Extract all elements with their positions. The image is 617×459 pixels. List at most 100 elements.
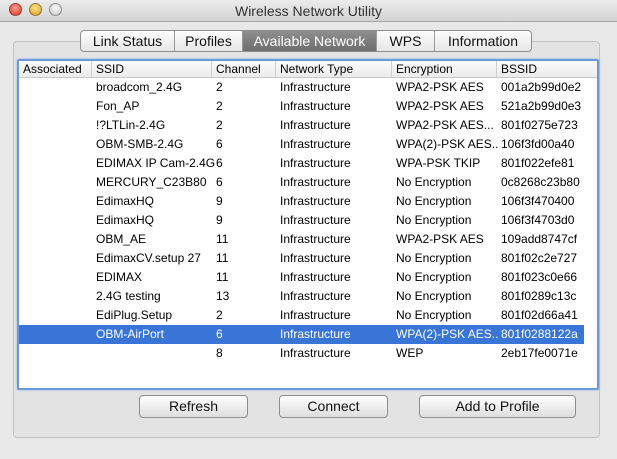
network-type-cell: Infrastructure [280, 213, 351, 227]
network-type-cell: Infrastructure [280, 194, 351, 208]
network-type-cell: Infrastructure [280, 270, 351, 284]
ssid-cell: Fon_AP [96, 99, 140, 113]
ssid-cell: broadcom_2.4G [96, 80, 183, 94]
network-type-cell: Infrastructure [280, 251, 351, 265]
channel-cell: 9 [216, 213, 223, 227]
tab-bar: Link Status Profiles Available Network W… [80, 30, 532, 52]
channel-cell: 2 [216, 308, 223, 322]
ssid-cell: EDIMAX [96, 270, 143, 284]
channel-cell: 11 [216, 270, 229, 284]
column-header-network-type[interactable]: Network Type [276, 61, 392, 77]
refresh-button[interactable]: Refresh [139, 395, 248, 418]
network-type-cell: Infrastructure [280, 175, 351, 189]
bssid-cell: 106f3fd00a40 [501, 137, 575, 151]
channel-cell: 2 [216, 118, 223, 132]
tab-wps[interactable]: WPS [377, 31, 435, 51]
ssid-cell: OBM-AirPort [96, 327, 165, 341]
encryption-cell: WPA2-PSK AES [396, 99, 484, 113]
encryption-cell: WPA(2)-PSK AES... [396, 327, 498, 341]
network-type-cell: Infrastructure [280, 308, 351, 322]
bssid-cell: 001a2b99d0e2 [501, 80, 582, 94]
network-type-cell: Infrastructure [280, 289, 351, 303]
table-row[interactable]: 2.4G testing 13 Infrastructure No Encryptio… [19, 287, 584, 306]
tab-profiles[interactable]: Profiles [175, 31, 243, 51]
ssid-cell: OBM-SMB-2.4G [96, 137, 184, 151]
encryption-cell: No Encryption [396, 270, 472, 284]
network-type-cell: Infrastructure [280, 137, 351, 151]
table-row[interactable]: EdimaxHQ 9 Infrastructure No Encryption 106f… [19, 192, 584, 211]
column-header-encryption[interactable]: Encryption [392, 61, 497, 77]
network-type-cell: Infrastructure [280, 232, 351, 246]
encryption-cell: No Encryption [396, 308, 472, 322]
ssid-cell: MERCURY_C23B80 [96, 175, 207, 189]
network-type-cell: Infrastructure [280, 346, 351, 360]
bssid-cell: 0c8268c23b80 [501, 175, 580, 189]
channel-cell: 11 [216, 251, 229, 265]
ssid-cell: !?LTLin-2.4G [96, 118, 166, 132]
encryption-cell: No Encryption [396, 289, 472, 303]
connect-button[interactable]: Connect [279, 395, 388, 418]
table-row[interactable]: OBM_AE 11 Infrastructure WPA2-PSK AES 109add… [19, 230, 584, 249]
bssid-cell: 106f3f470400 [501, 194, 575, 208]
column-header-associated[interactable]: Associated [19, 61, 92, 77]
bssid-cell: 2eb17fe0071e [501, 346, 578, 360]
encryption-cell: WPA-PSK TKIP [396, 156, 481, 170]
bssid-cell: 521a2b99d0e3 [501, 99, 582, 113]
column-header-ssid[interactable]: SSID [92, 61, 212, 77]
bssid-cell: 801f0275e723 [501, 118, 578, 132]
bssid-cell: 801f022efe81 [501, 156, 575, 170]
channel-cell: 2 [216, 80, 223, 94]
table-body: broadcom_2.4G 2 Infrastructure WPA2-PSK AES… [19, 78, 584, 363]
encryption-cell: WPA(2)-PSK AES... [396, 137, 498, 151]
channel-cell: 13 [216, 289, 230, 303]
channel-cell: 6 [216, 175, 223, 189]
channel-cell: 11 [216, 232, 229, 246]
tab-available-network[interactable]: Available Network [243, 31, 377, 51]
table-row[interactable]: EDIMAX 11 Infrastructure No Encryption 801f0… [19, 268, 584, 287]
window-title: Wireless Network Utility [234, 3, 382, 19]
network-type-cell: Infrastructure [280, 327, 351, 341]
bssid-cell: 801f0289c13c [501, 289, 577, 303]
encryption-cell: WEP [396, 346, 424, 360]
ssid-cell: EDIMAX IP Cam-2.4G [96, 156, 216, 170]
tab-information[interactable]: Information [435, 31, 531, 51]
bssid-cell: 109add8747cf [501, 232, 578, 246]
table-row[interactable]: OBM-AirPort 6 Infrastructure WPA(2)-PSK AES… [19, 325, 584, 344]
network-type-cell: Infrastructure [280, 118, 351, 132]
network-list[interactable]: Associated SSID Channel Network Type Enc… [17, 59, 599, 390]
encryption-cell: WPA2-PSK AES [396, 232, 484, 246]
network-type-cell: Infrastructure [280, 156, 351, 170]
encryption-cell: No Encryption [396, 194, 472, 208]
table-row[interactable]: EdimaxCV.setup 27 11 Infrastructure No Encr… [19, 249, 584, 268]
bssid-cell: 801f02d66a41 [501, 308, 578, 322]
bssid-cell: 801f023c0e66 [501, 270, 578, 284]
ssid-cell: EdimaxCV.setup 27 [96, 251, 201, 265]
encryption-cell: WPA2-PSK AES... [396, 118, 494, 132]
table-row[interactable]: EdiPlug.Setup 2 Infrastructure No Encryptio… [19, 306, 584, 325]
table-row[interactable]: broadcom_2.4G 2 Infrastructure WPA2-PSK AES… [19, 78, 584, 97]
table-row[interactable]: EdimaxHQ 9 Infrastructure No Encryption 106f… [19, 211, 584, 230]
encryption-cell: No Encryption [396, 251, 472, 265]
encryption-cell: No Encryption [396, 213, 472, 227]
add-to-profile-button[interactable]: Add to Profile [419, 395, 576, 418]
network-type-cell: Infrastructure [280, 99, 351, 113]
table-row[interactable]: EDIMAX IP Cam-2.4G 6 Infrastructure WPA-PSK… [19, 154, 584, 173]
ssid-cell: EdiPlug.Setup [96, 308, 173, 322]
encryption-cell: No Encryption [396, 175, 472, 189]
table-row[interactable]: !?LTLin-2.4G 2 Infrastructure WPA2-PSK AES.… [19, 116, 584, 135]
bssid-cell: 801f02c2e727 [501, 251, 578, 265]
channel-cell: 2 [216, 99, 223, 113]
table-row[interactable]: OBM-SMB-2.4G 6 Infrastructure WPA(2)-PSK AE… [19, 135, 584, 154]
bssid-cell: 106f3f4703d0 [501, 213, 575, 227]
column-header-channel[interactable]: Channel [212, 61, 276, 77]
table-row[interactable]: 8 Infrastructure WEP 2eb17fe0071e [19, 344, 584, 363]
channel-cell: 6 [216, 156, 223, 170]
encryption-cell: WPA2-PSK AES [396, 80, 484, 94]
column-header-bssid[interactable]: BSSID [497, 61, 584, 77]
table-row[interactable]: MERCURY_C23B80 6 Infrastructure No Encrypti… [19, 173, 584, 192]
tab-link-status[interactable]: Link Status [81, 31, 175, 51]
ssid-cell: OBM_AE [96, 232, 147, 246]
table-row[interactable]: Fon_AP 2 Infrastructure WPA2-PSK AES 521a2b9… [19, 97, 584, 116]
channel-cell: 6 [216, 137, 223, 151]
title-bar: Wireless Network Utility [0, 0, 617, 22]
